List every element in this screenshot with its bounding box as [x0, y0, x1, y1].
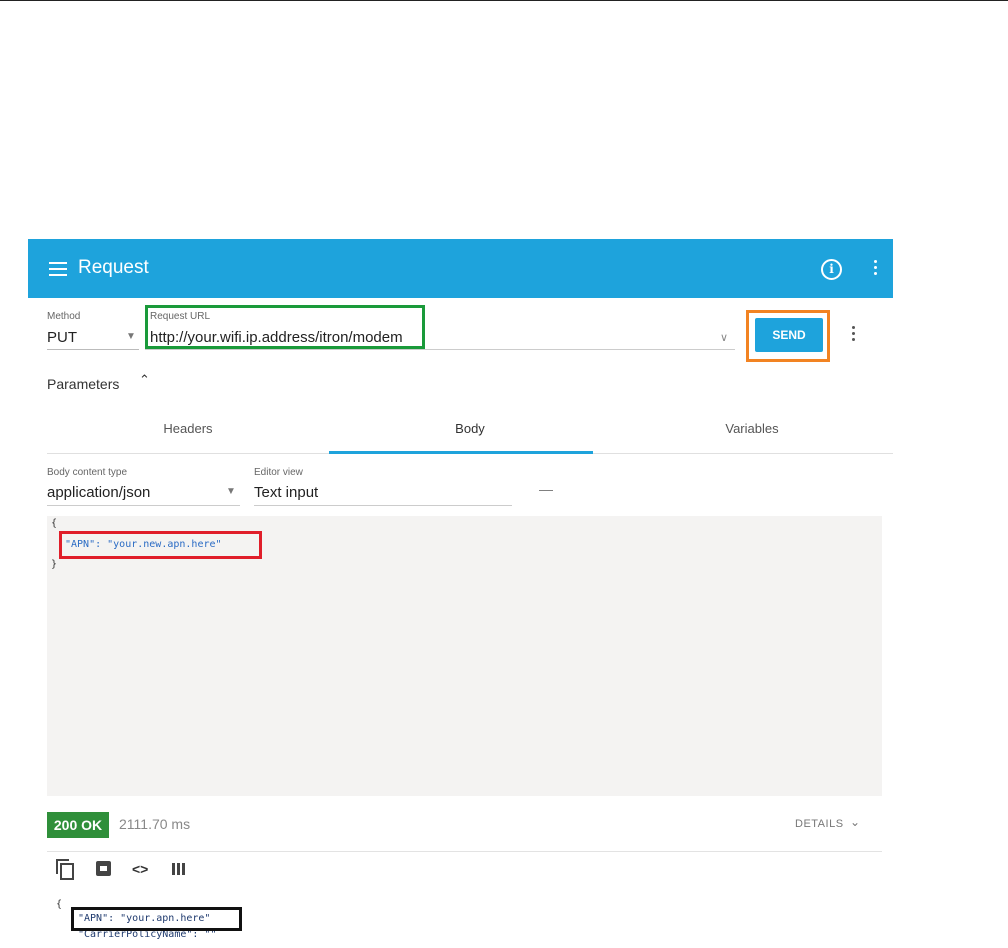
content-type-dropdown-icon[interactable]: ▼: [226, 486, 236, 497]
code-icon[interactable]: <>: [132, 859, 152, 879]
chevron-up-icon[interactable]: ⌃: [139, 372, 150, 388]
method-select[interactable]: PUT: [47, 329, 77, 346]
body-highlight-box: [59, 531, 262, 559]
columns-icon[interactable]: [172, 859, 192, 879]
url-history-chevron-icon[interactable]: ∨: [720, 331, 728, 344]
response-highlight-box: [71, 907, 242, 931]
body-content-type-select[interactable]: application/json: [47, 484, 150, 501]
active-tab-indicator: [329, 451, 593, 454]
url-highlight-box: [145, 305, 425, 349]
parameter-tabs: Headers Body Variables: [47, 409, 893, 454]
copy-icon[interactable]: [56, 859, 76, 880]
content-type-underline: [47, 505, 240, 506]
app-bar: Request i: [28, 239, 893, 298]
more-vert-icon[interactable]: [874, 260, 878, 278]
editor-line: {: [51, 518, 58, 529]
info-icon[interactable]: i: [821, 259, 842, 280]
response-time: 2111.70 ms: [119, 816, 191, 832]
tab-body[interactable]: Body: [329, 409, 611, 453]
request-panel: Request i Method PUT ▼ Request URL http:…: [28, 239, 893, 948]
url-underline: [145, 349, 735, 350]
send-button[interactable]: SEND: [755, 318, 823, 352]
parameters-label: Parameters: [47, 376, 120, 392]
editor-view-select[interactable]: Text input: [254, 484, 318, 501]
method-label: Method: [47, 311, 81, 322]
method-dropdown-icon[interactable]: ▼: [126, 331, 136, 342]
details-button[interactable]: DETAILS: [795, 818, 844, 830]
request-options-icon[interactable]: [852, 326, 856, 344]
response-divider: [47, 851, 882, 852]
editor-view-dropdown-icon[interactable]: —: [539, 481, 553, 497]
method-underline: [47, 349, 139, 350]
menu-icon[interactable]: [49, 262, 67, 276]
chevron-down-icon[interactable]: ⌄: [850, 815, 860, 829]
editor-view-label: Editor view: [254, 467, 303, 478]
tab-headers[interactable]: Headers: [47, 409, 329, 453]
body-content-type-label: Body content type: [47, 467, 128, 478]
save-icon[interactable]: [96, 859, 116, 879]
page-top-rule: [0, 0, 1008, 1]
tab-variables[interactable]: Variables: [611, 409, 893, 453]
response-line: {: [56, 899, 63, 910]
editor-line: }: [51, 559, 58, 570]
status-badge: 200 OK: [47, 812, 109, 838]
editor-view-underline: [254, 505, 512, 506]
page-title: Request: [78, 257, 149, 278]
